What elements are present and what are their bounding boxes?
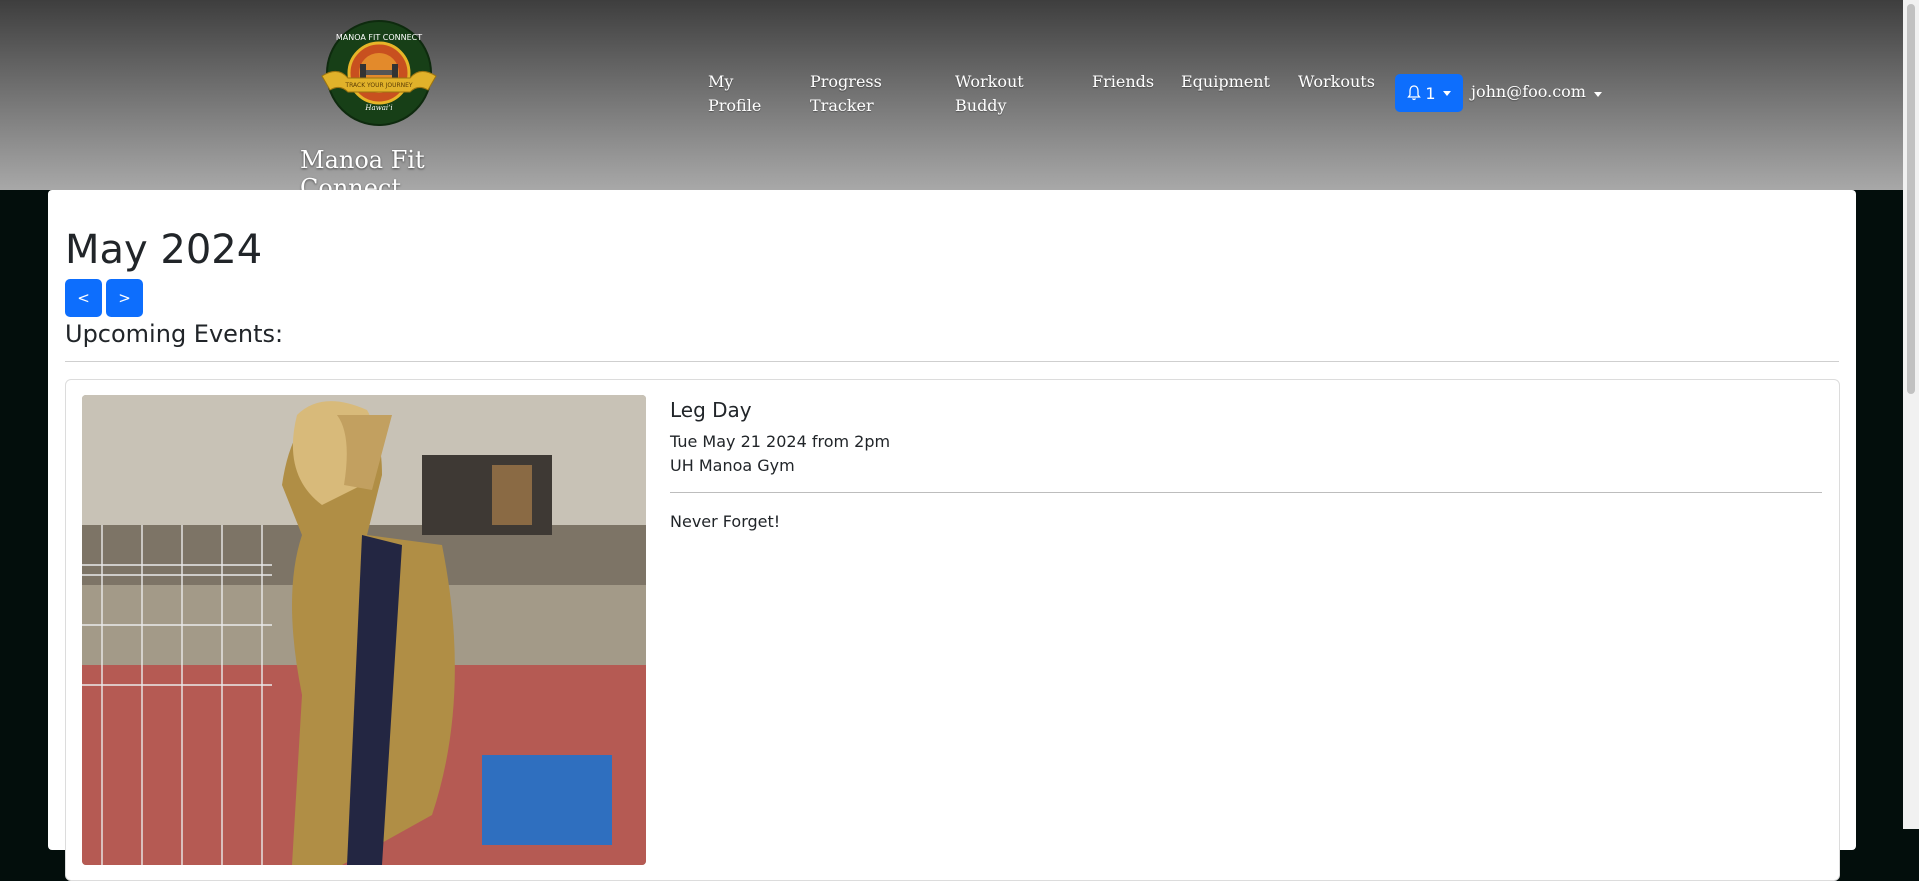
user-menu[interactable]: john@foo.com [1471, 82, 1603, 101]
event-description: Never Forget! [670, 512, 781, 531]
caret-down-icon [1442, 90, 1451, 96]
svg-text:TRACK YOUR JOURNEY: TRACK YOUR JOURNEY [344, 82, 412, 89]
svg-text:MANOA FIT CONNECT: MANOA FIT CONNECT [336, 33, 422, 42]
nav-my-profile-line2: Profile [708, 96, 762, 115]
notification-count: 1 [1425, 83, 1436, 103]
caret-down-icon [1594, 92, 1603, 97]
divider [670, 492, 1822, 493]
manoa-fit-connect-logo[interactable]: TRACK YOUR JOURNEY MANOA FIT CONNECT Haw… [318, 18, 440, 128]
svg-text:Hawaiʻi: Hawaiʻi [364, 104, 392, 112]
nav-workout-buddy-line2: Buddy [955, 96, 1007, 115]
event-location: UH Manoa Gym [670, 456, 795, 475]
upcoming-events-heading: Upcoming Events: [65, 320, 284, 348]
top-navbar: TRACK YOUR JOURNEY MANOA FIT CONNECT Haw… [0, 0, 1903, 202]
nav-equipment[interactable]: Equipment [1181, 70, 1270, 94]
user-email: john@foo.com [1471, 82, 1586, 101]
nav-friends[interactable]: Friends [1092, 70, 1154, 94]
nav-my-profile[interactable]: My Profile [708, 70, 761, 118]
month-title: May 2024 [65, 227, 263, 273]
page-scrollbar[interactable] [1903, 0, 1919, 829]
nav-workout-buddy[interactable]: Workout Buddy [955, 70, 1024, 118]
event-title: Leg Day [670, 398, 752, 422]
calendar-card: May 2024 < > Upcoming Events: Leg Day Tu… [48, 190, 1856, 881]
nav-workouts[interactable]: Workouts [1298, 70, 1375, 94]
divider [65, 361, 1839, 362]
next-month-button[interactable]: > [106, 279, 143, 317]
event-datetime: Tue May 21 2024 from 2pm [670, 432, 891, 451]
bell-icon [1407, 85, 1422, 101]
nav-workout-buddy-line1: Workout [955, 72, 1024, 91]
nav-progress-tracker-line2: Tracker [810, 96, 874, 115]
scrollbar-thumb[interactable] [1907, 4, 1915, 394]
notifications-button[interactable]: 1 [1395, 74, 1463, 112]
nav-progress-tracker-line1: Progress [810, 72, 882, 91]
event-card[interactable]: Leg Day Tue May 21 2024 from 2pm UH Mano… [65, 379, 1840, 881]
prev-month-button[interactable]: < [65, 279, 102, 317]
nav-my-profile-line1: My [708, 72, 734, 91]
brand[interactable]: TRACK YOUR JOURNEY MANOA FIT CONNECT Haw… [300, 18, 530, 202]
event-image [82, 395, 646, 865]
nav-progress-tracker[interactable]: Progress Tracker [810, 70, 882, 118]
